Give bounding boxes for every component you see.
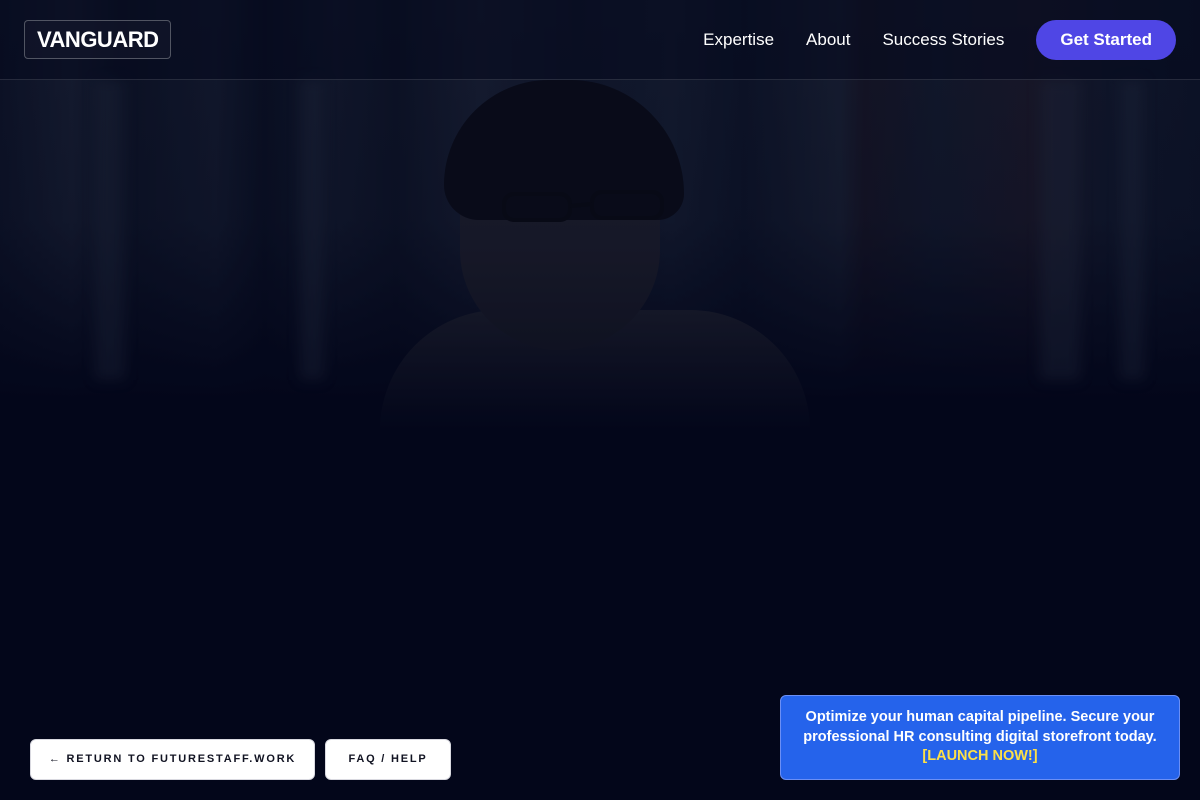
return-to-site-button[interactable]: ← RETURN TO FUTURESTAFF.WORK — [30, 739, 315, 780]
nav-link-about[interactable]: About — [806, 20, 850, 60]
site-header: VANGUARD Expertise About Success Stories… — [0, 0, 1200, 80]
nav-link-expertise[interactable]: Expertise — [703, 20, 774, 60]
nav-link-success-stories[interactable]: Success Stories — [882, 20, 1004, 60]
promo-text: Optimize your human capital pipeline. Se… — [803, 709, 1157, 745]
promo-banner[interactable]: Optimize your human capital pipeline. Se… — [780, 695, 1180, 780]
get-started-button[interactable]: Get Started — [1036, 20, 1176, 60]
hero-section — [0, 0, 1200, 800]
launch-now-link[interactable]: [LAUNCH NOW!] — [922, 748, 1037, 764]
site-logo[interactable]: VANGUARD — [24, 20, 172, 59]
faq-help-button[interactable]: FAQ / HELP — [325, 739, 451, 780]
main-nav: Expertise About Success Stories Get Star… — [703, 20, 1176, 60]
